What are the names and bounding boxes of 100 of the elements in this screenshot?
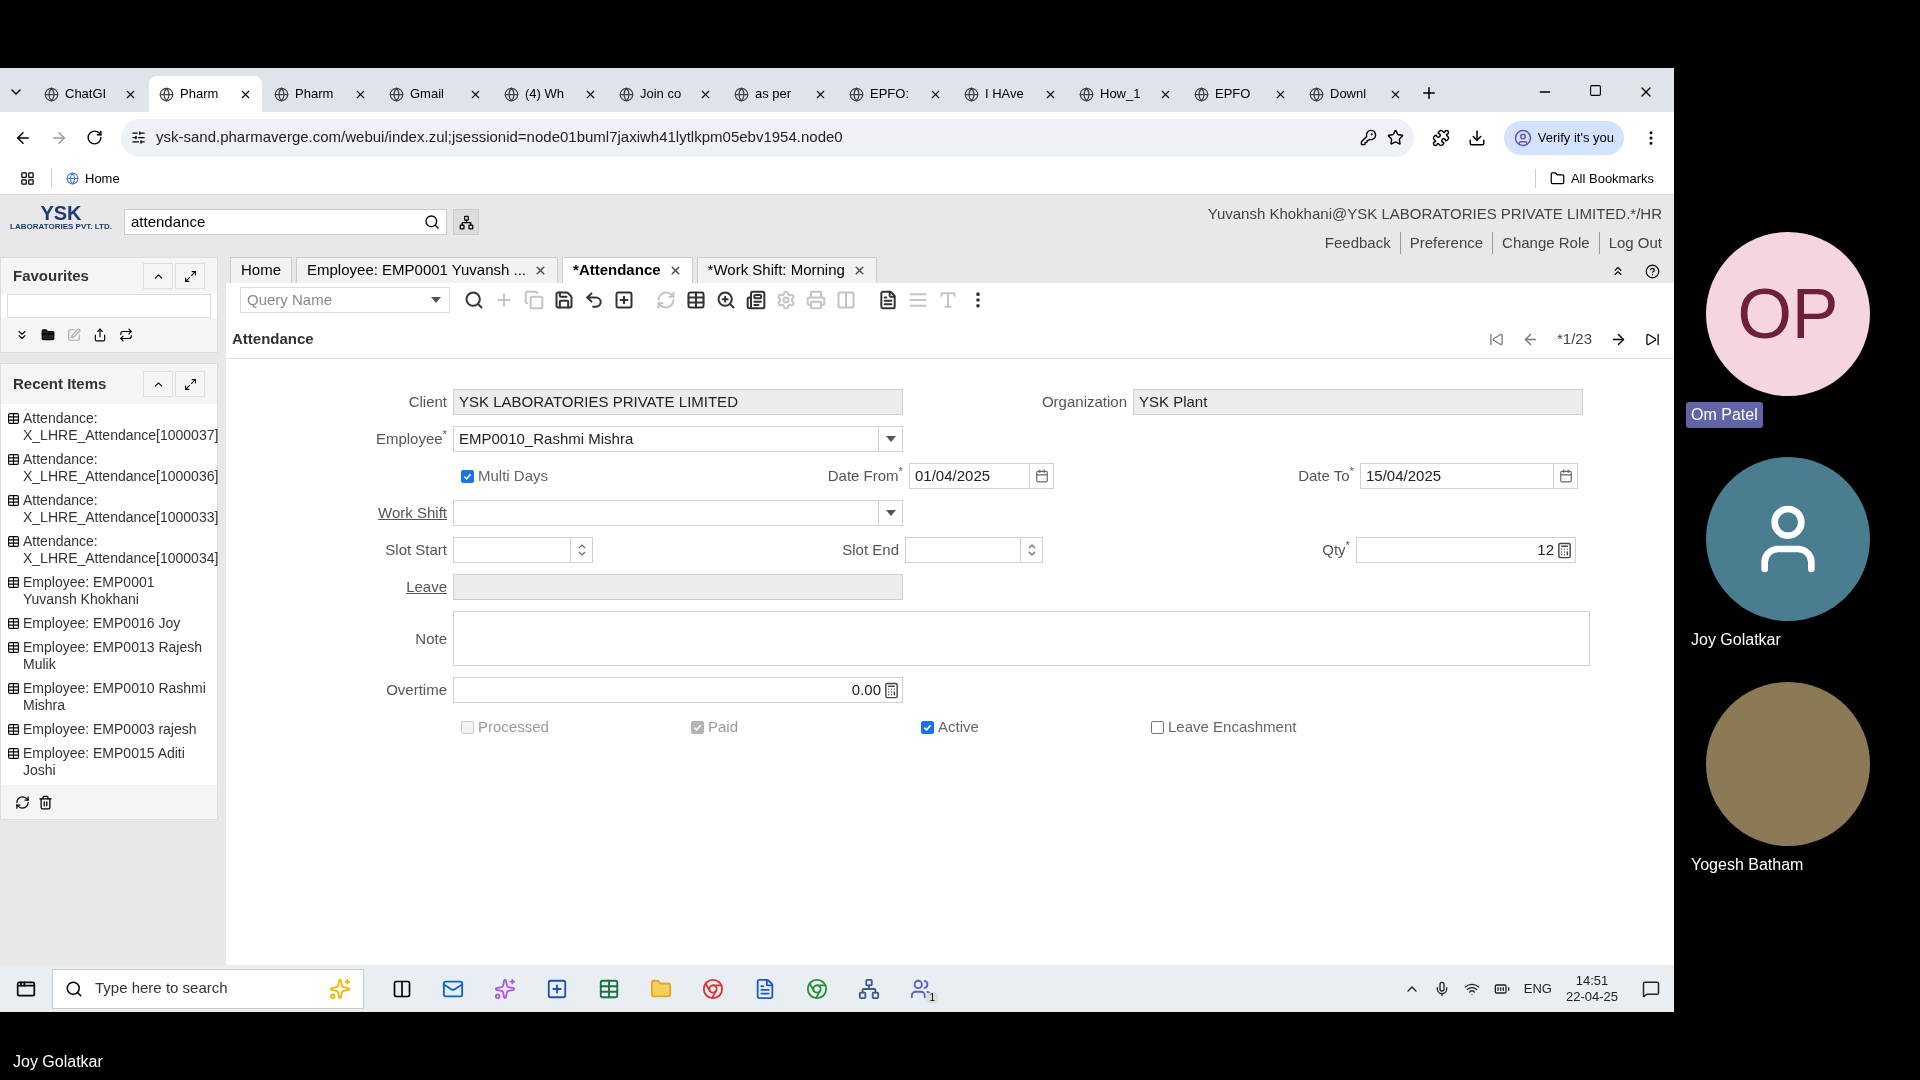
repeat-icon[interactable] [119,328,133,342]
browser-icon[interactable] [702,977,724,1000]
zoom-icon[interactable] [716,290,736,310]
apps-icon[interactable] [20,171,35,186]
recent-item[interactable]: Employee: EMP0010 Rashmi Mishra [23,680,211,714]
all-bookmarks[interactable]: All Bookmarks [1570,168,1654,189]
text-field[interactable]: YSK Plant [1133,389,1583,415]
bookmark[interactable]: Home [51,168,120,189]
browser-tab[interactable]: Pharm [149,76,262,112]
document-app-icon[interactable] [754,977,776,1000]
search-icon[interactable] [424,214,440,230]
expand-button[interactable] [175,263,205,289]
browser-tab[interactable]: How_1 [1069,76,1182,112]
trash-icon[interactable] [38,794,53,810]
time-field[interactable] [453,537,593,563]
recent-item[interactable]: Employee: EMP0016 Joy [23,615,181,632]
date-field[interactable]: 01/04/2025 [909,463,1054,489]
chevrons-down-icon[interactable] [15,328,29,342]
expand-button[interactable] [175,371,205,397]
task-view-icon[interactable] [392,978,412,999]
browser-tab[interactable]: Gmail [379,76,492,112]
site-info-icon[interactable] [131,130,146,145]
text-field[interactable]: YSK LABORATORIES PRIVATE LIMITED [453,389,903,415]
star-icon[interactable] [1386,129,1404,146]
download-icon[interactable] [1467,128,1486,147]
hierarchy-button[interactable] [453,209,479,235]
note-field[interactable] [453,611,1590,666]
new-tab-icon[interactable] [1420,84,1438,102]
recent-item[interactable]: Attendance: X_LHRE_Attendance[1000033] [23,492,219,526]
maximize-icon[interactable] [1589,84,1602,97]
search-field[interactable]: attendance [124,209,447,235]
recent-item[interactable]: Employee: EMP0001 Yuvansh Khokhani [23,574,211,608]
save-icon[interactable] [554,290,574,310]
folder-icon[interactable] [41,328,55,342]
extensions-icon[interactable] [1431,128,1450,147]
bookmark-label[interactable]: Home [85,168,120,189]
recent-item[interactable]: Employee: EMP0003 rajesh [23,721,197,738]
time-field[interactable] [905,537,1043,563]
recent-item[interactable]: Attendance: X_LHRE_Attendance[1000034] [23,533,219,567]
first-record-icon[interactable] [1488,332,1504,347]
recent-item[interactable]: Employee: EMP0015 Aditi Joshi [23,745,211,779]
browser-tab[interactable]: as per [724,76,837,112]
browser-tab[interactable]: Downl [1299,76,1412,112]
key-icon[interactable] [1359,129,1377,146]
document-tab[interactable]: Home [230,257,292,283]
language-indicator[interactable]: ENG [1523,978,1552,999]
checkbox[interactable] [1151,720,1164,734]
last-record-icon[interactable] [1645,332,1660,347]
header-link[interactable]: Preference [1399,231,1493,254]
dropdown-field[interactable]: EMP0010_Rashmi Mishra [453,426,903,452]
document-tab[interactable]: *Attendance [562,257,693,283]
chat-app-icon[interactable] [910,977,932,1000]
browser-tab[interactable]: I HAve [954,76,1067,112]
number-field[interactable]: 12 [1356,537,1576,563]
checkbox[interactable] [921,720,934,734]
recent-item[interactable]: Attendance: X_LHRE_Attendance[1000037] [23,410,219,444]
search-icon[interactable] [464,290,484,310]
plus-square-icon[interactable] [614,290,634,310]
close-icon[interactable] [668,264,682,277]
text-field[interactable] [453,574,903,600]
query-field[interactable]: Query Name [240,287,450,313]
date-field[interactable]: 15/04/2025 [1360,463,1578,489]
spreadsheet-app-icon[interactable] [598,977,620,1000]
recent-item[interactable]: Attendance: X_LHRE_Attendance[1000036] [23,451,219,485]
refresh-icon[interactable] [15,794,30,810]
header-link[interactable]: Feedback [1315,231,1400,254]
header-link[interactable]: Change Role [1492,231,1599,254]
recent-item[interactable]: Employee: EMP0013 Rajesh Mulik [23,639,211,673]
browser-tab[interactable]: Pharm [264,76,377,112]
number-field[interactable]: 0.00 [453,677,903,703]
app-icon[interactable] [494,977,516,1000]
document-tab[interactable]: Employee: EMP0001 Yuvansh ... [296,257,559,283]
app-icon[interactable] [546,977,568,1000]
field-label[interactable]: Leave [406,578,447,595]
browser-tab[interactable]: EPFO: [839,76,952,112]
document-tab[interactable]: *Work Shift: Morning [696,257,877,283]
collapse-icon[interactable] [1611,264,1625,278]
checkbox[interactable] [461,469,474,483]
app-icon[interactable] [858,977,880,1000]
browser-tab[interactable]: ChatGI [34,76,147,112]
browser-tab[interactable]: (4) Wh [494,76,607,112]
table-icon[interactable] [686,290,706,310]
close-icon[interactable] [852,264,866,277]
share-icon[interactable] [93,328,107,342]
notifications-icon[interactable] [1642,979,1660,998]
browser-icon[interactable] [806,977,828,1000]
field-label[interactable]: Work Shift [378,504,447,521]
document-icon[interactable] [878,290,898,310]
dropdown-field[interactable] [453,500,903,526]
reload-icon[interactable] [86,129,103,146]
card-icon[interactable] [746,290,766,310]
help-icon[interactable] [1645,264,1660,279]
browser-tab[interactable]: EPFO [1184,76,1297,112]
verify-button[interactable]: Verify it's you [1503,120,1624,155]
browser-tab[interactable]: Join co [609,76,722,112]
favourites-field[interactable] [7,294,211,318]
header-link[interactable]: Log Out [1598,231,1662,254]
address-bar[interactable]: ysk-sand.pharmaverge.com/webui/index.zul;jsessionid=node01buml7jaxiwh41lytlkpm05ebv1954.node0 [121,118,1414,157]
next-icon[interactable] [1610,331,1627,348]
taskbar-search-field[interactable]: Type here to search [52,968,364,1009]
